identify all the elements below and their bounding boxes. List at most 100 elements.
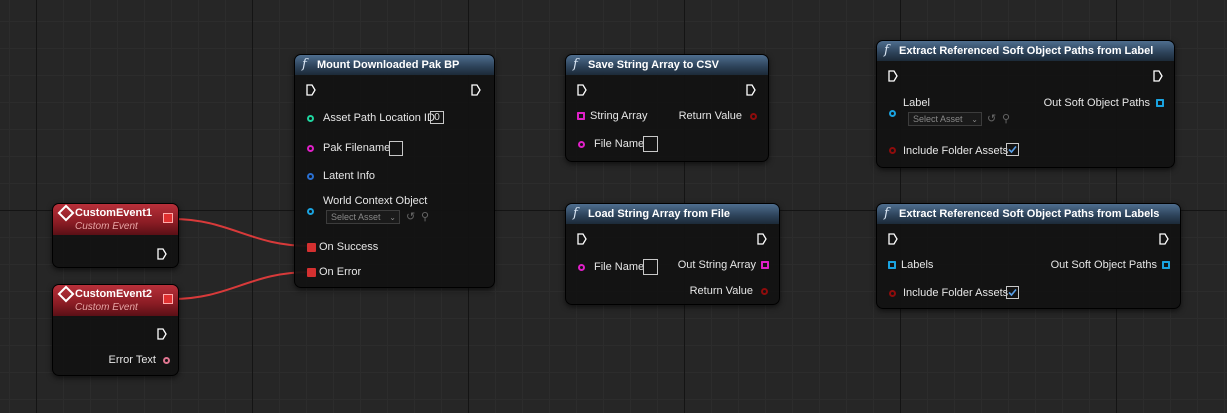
return-value-label: Return Value: [678, 110, 742, 122]
labels-pin[interactable]: [888, 261, 896, 269]
custom-event-1-header[interactable]: CustomEvent1 Custom Event: [53, 204, 178, 235]
return-value-label: Return Value: [689, 285, 753, 297]
browse-arrow-icon[interactable]: ↺: [987, 113, 996, 126]
out-string-array-pin[interactable]: [761, 261, 769, 269]
select-asset-value: Select Asset: [331, 212, 381, 222]
search-icon[interactable]: ⚲: [421, 211, 429, 224]
function-f-icon: f: [573, 57, 578, 72]
extract-label-title: Extract Referenced Soft Object Paths fro…: [899, 45, 1154, 57]
function-f-icon: f: [302, 57, 307, 72]
exec-in-icon[interactable]: [577, 233, 587, 245]
checkmark-icon: [1008, 288, 1017, 297]
world-context-object-label: World Context Object: [323, 195, 428, 207]
include-folder-assets-checkbox[interactable]: [1006, 286, 1019, 299]
exec-out-icon[interactable]: [757, 233, 767, 245]
file-name-pin[interactable]: [578, 141, 585, 148]
custom-event-2-header[interactable]: CustomEvent2 Custom Event: [53, 285, 178, 316]
exec-in-icon[interactable]: [888, 233, 898, 245]
function-f-icon: f: [884, 206, 889, 221]
exec-out-icon[interactable]: [157, 248, 167, 260]
on-error-pin[interactable]: [307, 268, 316, 277]
chevron-down-icon: ⌄: [971, 115, 978, 124]
extract-labels-node[interactable]: f Extract Referenced Soft Object Paths f…: [876, 203, 1181, 309]
exec-out-icon[interactable]: [157, 328, 167, 340]
label-pin[interactable]: [889, 110, 896, 117]
chevron-down-icon: ⌄: [389, 213, 396, 222]
mount-pak-header[interactable]: f Mount Downloaded Pak BP: [295, 55, 494, 75]
out-soft-object-paths-pin[interactable]: [1162, 261, 1170, 269]
pak-filename-label: Pak Filename: [323, 142, 391, 154]
delegate-pin[interactable]: [163, 294, 173, 304]
asset-path-location-id-label: Asset Path Location ID: [323, 112, 435, 124]
select-asset-dropdown[interactable]: Select Asset ⌄: [908, 112, 982, 126]
out-string-array-label: Out String Array: [677, 259, 756, 271]
wire-event2-error: [171, 271, 311, 300]
file-name-input[interactable]: [643, 259, 658, 275]
mount-pak-title: Mount Downloaded Pak BP: [317, 59, 460, 71]
string-array-pin[interactable]: [577, 112, 585, 120]
wire-event1-success: [171, 218, 311, 247]
on-error-label: On Error: [319, 266, 362, 278]
search-icon[interactable]: ⚲: [1002, 113, 1010, 126]
on-success-pin[interactable]: [307, 243, 316, 252]
string-array-label: String Array: [590, 110, 648, 122]
delegate-pin[interactable]: [163, 213, 173, 223]
load-file-title: Load String Array from File: [588, 208, 731, 220]
mount-pak-node[interactable]: f Mount Downloaded Pak BP Asset Path Loc…: [294, 54, 495, 288]
save-csv-node[interactable]: f Save String Array to CSV String Array …: [565, 54, 769, 162]
load-file-header[interactable]: f Load String Array from File: [566, 204, 779, 224]
latent-info-pin[interactable]: [307, 173, 314, 180]
out-soft-object-paths-pin[interactable]: [1156, 99, 1164, 107]
function-f-icon: f: [573, 206, 578, 221]
label-label: Label: [903, 97, 930, 109]
exec-out-icon[interactable]: [471, 84, 481, 96]
event-diamond-icon: [57, 285, 75, 303]
exec-out-icon[interactable]: [1153, 70, 1163, 82]
load-file-node[interactable]: f Load String Array from File File Name …: [565, 203, 780, 305]
custom-event-2-node[interactable]: CustomEvent2 Custom Event Error Text: [52, 284, 179, 376]
error-text-pin[interactable]: [163, 357, 170, 364]
file-name-label: File Name: [594, 261, 645, 273]
return-value-pin[interactable]: [761, 288, 768, 295]
include-folder-assets-label: Include Folder Assets: [903, 145, 1009, 157]
event-diamond-icon: [57, 204, 75, 222]
exec-out-icon[interactable]: [1159, 233, 1169, 245]
exec-in-icon[interactable]: [306, 84, 316, 96]
out-soft-object-paths-label: Out Soft Object Paths: [1043, 97, 1150, 109]
on-success-label: On Success: [319, 241, 379, 253]
error-text-label: Error Text: [108, 354, 156, 366]
function-f-icon: f: [884, 43, 889, 58]
world-context-object-pin[interactable]: [307, 208, 314, 215]
asset-path-location-id-pin[interactable]: [307, 115, 314, 122]
file-name-pin[interactable]: [578, 264, 585, 271]
custom-event-1-node[interactable]: CustomEvent1 Custom Event: [52, 203, 179, 268]
select-asset-value: Select Asset: [913, 114, 963, 124]
save-csv-header[interactable]: f Save String Array to CSV: [566, 55, 768, 75]
pak-filename-pin[interactable]: [307, 145, 314, 152]
include-folder-assets-label: Include Folder Assets: [903, 287, 1009, 299]
include-folder-assets-pin[interactable]: [889, 290, 896, 297]
extract-labels-title: Extract Referenced Soft Object Paths fro…: [899, 208, 1160, 220]
select-asset-dropdown[interactable]: Select Asset ⌄: [326, 210, 400, 224]
labels-label: Labels: [901, 259, 934, 271]
custom-event-2-title: CustomEvent2: [75, 288, 153, 300]
extract-label-node[interactable]: f Extract Referenced Soft Object Paths f…: [876, 40, 1175, 168]
exec-out-icon[interactable]: [746, 84, 756, 96]
include-folder-assets-checkbox[interactable]: [1006, 143, 1019, 156]
browse-arrow-icon[interactable]: ↺: [406, 211, 415, 224]
extract-label-header[interactable]: f Extract Referenced Soft Object Paths f…: [877, 41, 1174, 61]
pak-filename-input[interactable]: [389, 141, 403, 156]
asset-path-location-id-input[interactable]: 0: [430, 111, 444, 124]
save-csv-title: Save String Array to CSV: [588, 59, 720, 71]
file-name-input[interactable]: [643, 136, 658, 152]
include-folder-assets-pin[interactable]: [889, 147, 896, 154]
custom-event-1-title: CustomEvent1: [75, 207, 153, 219]
extract-labels-header[interactable]: f Extract Referenced Soft Object Paths f…: [877, 204, 1180, 224]
out-soft-object-paths-label: Out Soft Object Paths: [1050, 259, 1157, 271]
latent-info-label: Latent Info: [323, 170, 375, 182]
return-value-pin[interactable]: [750, 113, 757, 120]
exec-in-icon[interactable]: [577, 84, 587, 96]
exec-in-icon[interactable]: [888, 70, 898, 82]
checkmark-icon: [1008, 145, 1017, 154]
file-name-label: File Name: [594, 138, 645, 150]
